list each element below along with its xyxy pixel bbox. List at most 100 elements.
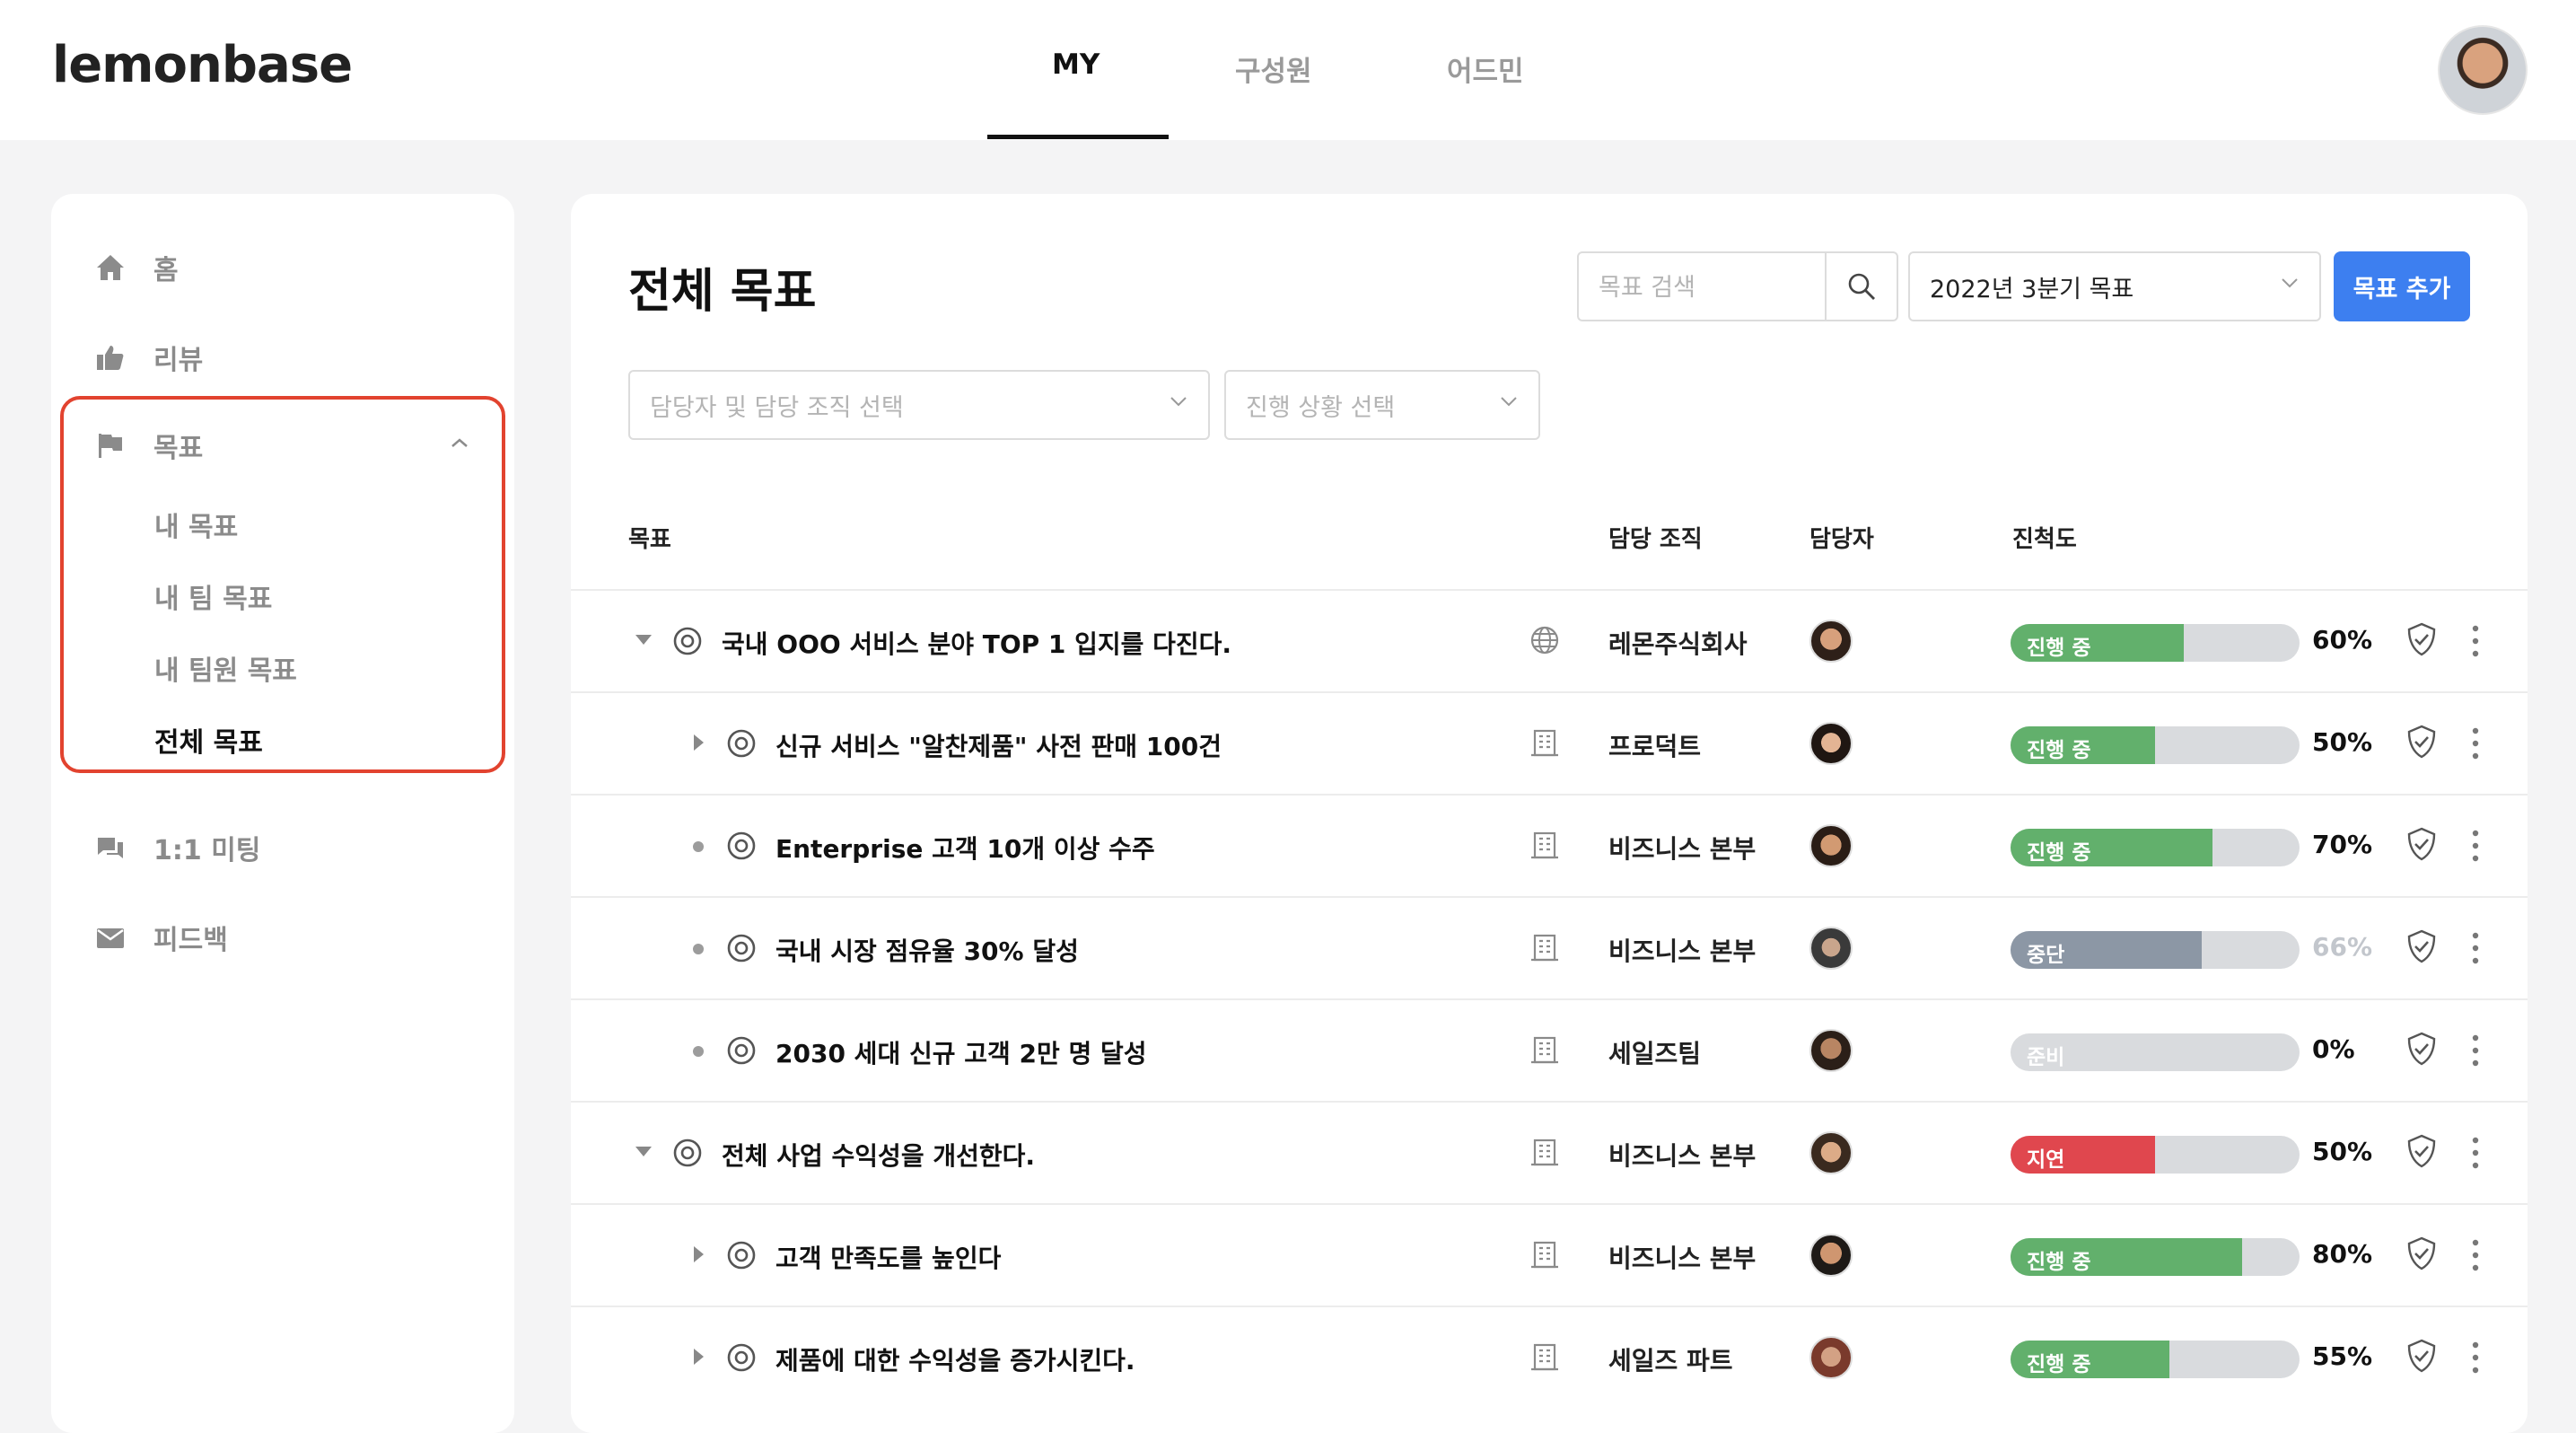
status-badge: 진행 중 (2027, 841, 2091, 865)
tab-admin[interactable]: 어드민 (1447, 48, 1524, 89)
more-options-icon[interactable] (2470, 828, 2481, 864)
progress-bar: 지연 (2011, 1136, 2300, 1174)
tab-members[interactable]: 구성원 (1235, 48, 1312, 89)
building-icon (1531, 1343, 1558, 1371)
progress-bar: 중단 (2011, 931, 2300, 969)
tab-my[interactable]: MY (1052, 48, 1100, 81)
goal-row[interactable]: 국내 OOO 서비스 분야 TOP 1 입지를 다진다. 레몬주식회사 진행 중… (571, 589, 2528, 693)
sidebar-subitem-my-goals[interactable]: 내 목표 (154, 505, 238, 544)
owner-avatar[interactable] (1809, 824, 1853, 867)
more-options-icon[interactable] (2470, 725, 2481, 761)
goal-row[interactable]: 전체 사업 수익성을 개선한다. 비즈니스 본부 지연 50% (571, 1101, 2528, 1205)
caret-right-icon[interactable] (691, 1244, 705, 1264)
check-shield-icon[interactable] (2405, 1031, 2438, 1067)
goal-title[interactable]: 국내 OOO 서비스 분야 TOP 1 입지를 다진다. (722, 625, 1231, 661)
caret-down-icon[interactable] (634, 632, 653, 646)
goal-title[interactable]: 국내 시장 점유율 30% 달성 (775, 932, 1079, 968)
target-icon (727, 1343, 756, 1372)
progress-bar: 진행 중 (2011, 829, 2300, 866)
target-icon (727, 1241, 756, 1270)
goal-title[interactable]: 고객 만족도를 높인다 (775, 1239, 1001, 1275)
sidebar-item-home[interactable]: 홈 (94, 248, 179, 287)
owner-avatar[interactable] (1809, 1029, 1853, 1072)
goal-row[interactable]: 국내 시장 점유율 30% 달성 비즈니스 본부 중단 66% (571, 896, 2528, 1000)
sidebar-item-one-on-one[interactable]: 1:1 미팅 (94, 828, 260, 867)
home-icon (94, 251, 127, 284)
target-icon (727, 729, 756, 758)
sidebar-subitem-team-member-goals[interactable]: 내 팀원 목표 (154, 648, 297, 688)
goal-title[interactable]: 제품에 대한 수익성을 증가시킨다. (775, 1341, 1135, 1377)
goal-title[interactable]: 2030 세대 신규 고객 2만 명 달성 (775, 1034, 1147, 1070)
chat-icon (94, 831, 127, 864)
user-avatar[interactable] (2438, 25, 2528, 115)
goal-row[interactable]: 고객 만족도를 높인다 비즈니스 본부 진행 중 80% (571, 1203, 2528, 1307)
goal-row[interactable]: 2030 세대 신규 고객 2만 명 달성 세일즈팀 준비 0% (571, 998, 2528, 1103)
check-shield-icon[interactable] (2405, 1338, 2438, 1374)
goal-row[interactable]: 신규 서비스 "알찬제품" 사전 판매 100건 프로덕트 진행 중 50% (571, 691, 2528, 796)
owner-avatar[interactable] (1809, 1336, 1853, 1379)
lemonbase-logo[interactable]: lemonbase (52, 36, 353, 94)
owner-avatar[interactable] (1809, 1131, 1853, 1174)
check-shield-icon[interactable] (2405, 1235, 2438, 1271)
sidebar-subitem-all-goals[interactable]: 전체 목표 (154, 720, 263, 760)
goal-title[interactable]: 전체 사업 수익성을 개선한다. (722, 1137, 1035, 1173)
goal-row[interactable]: Enterprise 고객 10개 이상 수주 비즈니스 본부 진행 중 70% (571, 794, 2528, 898)
building-icon (1531, 831, 1558, 859)
org-name: 프로덕트 (1608, 732, 1702, 761)
sidebar-subitem-team-goals[interactable]: 내 팀 목표 (154, 576, 272, 616)
caret-right-icon[interactable] (691, 1347, 705, 1367)
owner-avatar[interactable] (1809, 1234, 1853, 1277)
progress-bar: 진행 중 (2011, 1238, 2300, 1276)
building-icon (1531, 1138, 1558, 1166)
search-input[interactable] (1579, 253, 1841, 321)
caret-right-icon[interactable] (691, 733, 705, 752)
search-button[interactable] (1825, 253, 1897, 320)
chevron-up-icon[interactable] (450, 436, 469, 449)
caret-down-icon[interactable] (634, 1144, 653, 1158)
active-tab-indicator (987, 135, 1169, 139)
check-shield-icon[interactable] (2405, 928, 2438, 964)
more-options-icon[interactable] (2470, 1135, 2481, 1171)
sidebar-item-review[interactable]: 리뷰 (94, 338, 203, 377)
owner-filter-select[interactable]: 담당자 및 담당 조직 선택 (628, 370, 1210, 440)
check-shield-icon[interactable] (2405, 1133, 2438, 1169)
progress-percent: 55% (2312, 1341, 2373, 1371)
period-select[interactable]: 2022년 3분기 목표 (1908, 251, 2321, 321)
search-icon (1848, 273, 1875, 300)
more-options-icon[interactable] (2470, 1340, 2481, 1376)
building-icon (1531, 1241, 1558, 1269)
progress-percent: 66% (2312, 932, 2373, 962)
building-icon (1531, 729, 1558, 757)
more-options-icon[interactable] (2470, 1033, 2481, 1068)
column-header-progress: 진척도 (2012, 526, 2077, 553)
status-badge: 진행 중 (2027, 1353, 2091, 1376)
owner-avatar[interactable] (1809, 927, 1853, 970)
mail-icon (94, 921, 127, 954)
status-filter-placeholder: 진행 상황 선택 (1246, 393, 1396, 422)
sidebar-item-label: 리뷰 (153, 345, 204, 376)
more-options-icon[interactable] (2470, 623, 2481, 659)
sidebar-item-feedback[interactable]: 피드백 (94, 918, 228, 957)
goal-title[interactable]: 신규 서비스 "알찬제품" 사전 판매 100건 (775, 727, 1222, 763)
top-navigation-bar: lemonbase MY 구성원 어드민 (0, 0, 2576, 140)
sidebar-item-label: 목표 (153, 433, 204, 464)
goal-row[interactable]: 제품에 대한 수익성을 증가시킨다. 세일즈 파트 진행 중 55% (571, 1306, 2528, 1410)
owner-avatar[interactable] (1809, 722, 1853, 765)
goal-title[interactable]: Enterprise 고객 10개 이상 수주 (775, 830, 1155, 866)
sidebar-item-goals[interactable]: 목표 (94, 426, 203, 465)
status-badge: 중단 (2027, 944, 2065, 967)
status-badge: 지연 (2027, 1148, 2065, 1172)
check-shield-icon[interactable] (2405, 826, 2438, 862)
progress-bar: 진행 중 (2011, 1341, 2300, 1378)
more-options-icon[interactable] (2470, 1237, 2481, 1273)
status-filter-select[interactable]: 진행 상황 선택 (1224, 370, 1540, 440)
progress-percent: 50% (2312, 1137, 2373, 1166)
sidebar-item-label: 홈 (153, 255, 179, 286)
progress-percent: 60% (2312, 625, 2373, 655)
more-options-icon[interactable] (2470, 930, 2481, 966)
add-goal-button[interactable]: 목표 추가 (2334, 251, 2470, 321)
check-shield-icon[interactable] (2405, 724, 2438, 760)
owner-avatar[interactable] (1809, 620, 1853, 663)
target-icon (727, 1036, 756, 1065)
check-shield-icon[interactable] (2405, 621, 2438, 657)
